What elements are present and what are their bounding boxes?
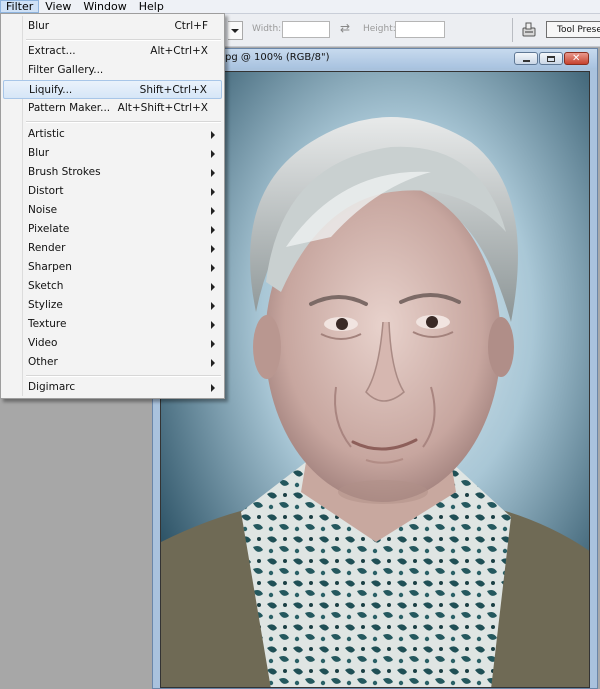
menu-item-label: Other <box>28 356 58 368</box>
swap-dimensions-icon[interactable]: ⇄ <box>340 21 350 35</box>
document-title: pg @ 100% (RGB/8") <box>225 52 330 63</box>
menu-item-label: Brush Strokes <box>28 166 101 178</box>
maximize-icon <box>547 56 555 62</box>
menu-separator <box>26 39 221 41</box>
menu-item-video[interactable]: Video <box>3 334 222 353</box>
menu-item-label: Noise <box>28 204 58 216</box>
menu-item-extract[interactable]: Extract... Alt+Ctrl+X <box>3 42 222 61</box>
menu-item-label: Blur <box>28 20 50 32</box>
menu-item-sketch[interactable]: Sketch <box>3 277 222 296</box>
menu-item-shortcut: Ctrl+F <box>174 20 208 32</box>
menu-item-filter-gallery[interactable]: Filter Gallery... <box>3 61 222 80</box>
menu-item-stylize[interactable]: Stylize <box>3 296 222 315</box>
menu-item-artistic[interactable]: Artistic <box>3 125 222 144</box>
width-label: Width: <box>252 24 282 34</box>
submenu-arrow-icon <box>211 302 215 310</box>
submenu-arrow-icon <box>211 188 215 196</box>
menu-item-render[interactable]: Render <box>3 239 222 258</box>
width-input[interactable] <box>282 21 330 38</box>
submenu-arrow-icon <box>211 150 215 158</box>
close-button[interactable]: ✕ <box>564 52 589 65</box>
submenu-arrow-icon <box>211 359 215 367</box>
menu-item-label: Video <box>28 337 58 349</box>
menu-item-label: Render <box>28 242 66 254</box>
menu-window[interactable]: Window <box>77 0 132 13</box>
menu-item-brush-strokes[interactable]: Brush Strokes <box>3 163 222 182</box>
submenu-arrow-icon <box>211 169 215 177</box>
style-dropdown[interactable] <box>228 21 243 40</box>
menu-item-label: Distort <box>28 185 64 197</box>
portrait-photo <box>161 72 589 687</box>
menu-item-pixelate[interactable]: Pixelate <box>3 220 222 239</box>
submenu-arrow-icon <box>211 131 215 139</box>
minimize-button[interactable] <box>514 52 538 65</box>
menu-item-blur[interactable]: Blur <box>3 144 222 163</box>
menu-separator <box>26 121 221 123</box>
menu-item-shortcut: Alt+Shift+Ctrl+X <box>117 102 208 114</box>
tool-presets-tab[interactable]: Tool Presets <box>546 21 600 38</box>
submenu-arrow-icon <box>211 207 215 215</box>
menu-item-label: Sketch <box>28 280 64 292</box>
menu-item-pattern-maker[interactable]: Pattern Maker... Alt+Shift+Ctrl+X <box>3 99 222 118</box>
menu-item-other[interactable]: Other <box>3 353 222 372</box>
menu-item-noise[interactable]: Noise <box>3 201 222 220</box>
menu-item-label: Stylize <box>28 299 63 311</box>
menu-item-shortcut: Shift+Ctrl+X <box>139 84 207 96</box>
maximize-button[interactable] <box>539 52 563 65</box>
height-input[interactable] <box>395 21 445 38</box>
menu-item-label: Liquify... <box>29 84 73 96</box>
submenu-arrow-icon <box>211 340 215 348</box>
menu-item-last-filter[interactable]: Blur Ctrl+F <box>3 17 222 36</box>
menu-item-label: Texture <box>28 318 67 330</box>
menu-item-sharpen[interactable]: Sharpen <box>3 258 222 277</box>
menu-item-label: Artistic <box>28 128 65 140</box>
height-label: Height: <box>363 24 396 34</box>
submenu-arrow-icon <box>211 321 215 329</box>
menu-item-label: Blur <box>28 147 50 159</box>
menu-bar: Filter View Window Help <box>0 0 600 14</box>
menu-view[interactable]: View <box>39 0 77 13</box>
submenu-arrow-icon <box>211 245 215 253</box>
close-icon: ✕ <box>572 53 581 64</box>
submenu-arrow-icon <box>211 226 215 234</box>
filter-menu: Blur Ctrl+F Extract... Alt+Ctrl+X Filter… <box>0 13 225 399</box>
menu-item-label: Filter Gallery... <box>28 64 104 76</box>
menu-separator <box>26 375 221 377</box>
submenu-arrow-icon <box>211 283 215 291</box>
menu-item-texture[interactable]: Texture <box>3 315 222 334</box>
submenu-arrow-icon <box>211 264 215 272</box>
options-divider <box>512 18 513 42</box>
menu-item-digimarc[interactable]: Digimarc <box>3 378 222 397</box>
menu-item-label: Digimarc <box>28 381 76 393</box>
menu-item-liquify[interactable]: Liquify... Shift+Ctrl+X <box>3 80 222 99</box>
menu-filter[interactable]: Filter <box>0 0 40 13</box>
menu-help[interactable]: Help <box>133 0 170 13</box>
menu-item-shortcut: Alt+Ctrl+X <box>150 45 208 57</box>
minimize-icon <box>523 60 530 62</box>
menu-item-label: Pixelate <box>28 223 70 235</box>
menu-item-label: Pattern Maker... <box>28 102 111 114</box>
menu-item-distort[interactable]: Distort <box>3 182 222 201</box>
menu-item-label: Extract... <box>28 45 76 57</box>
menu-item-label: Sharpen <box>28 261 72 273</box>
submenu-arrow-icon <box>211 384 215 392</box>
tool-preset-picker-icon[interactable] <box>520 20 538 38</box>
